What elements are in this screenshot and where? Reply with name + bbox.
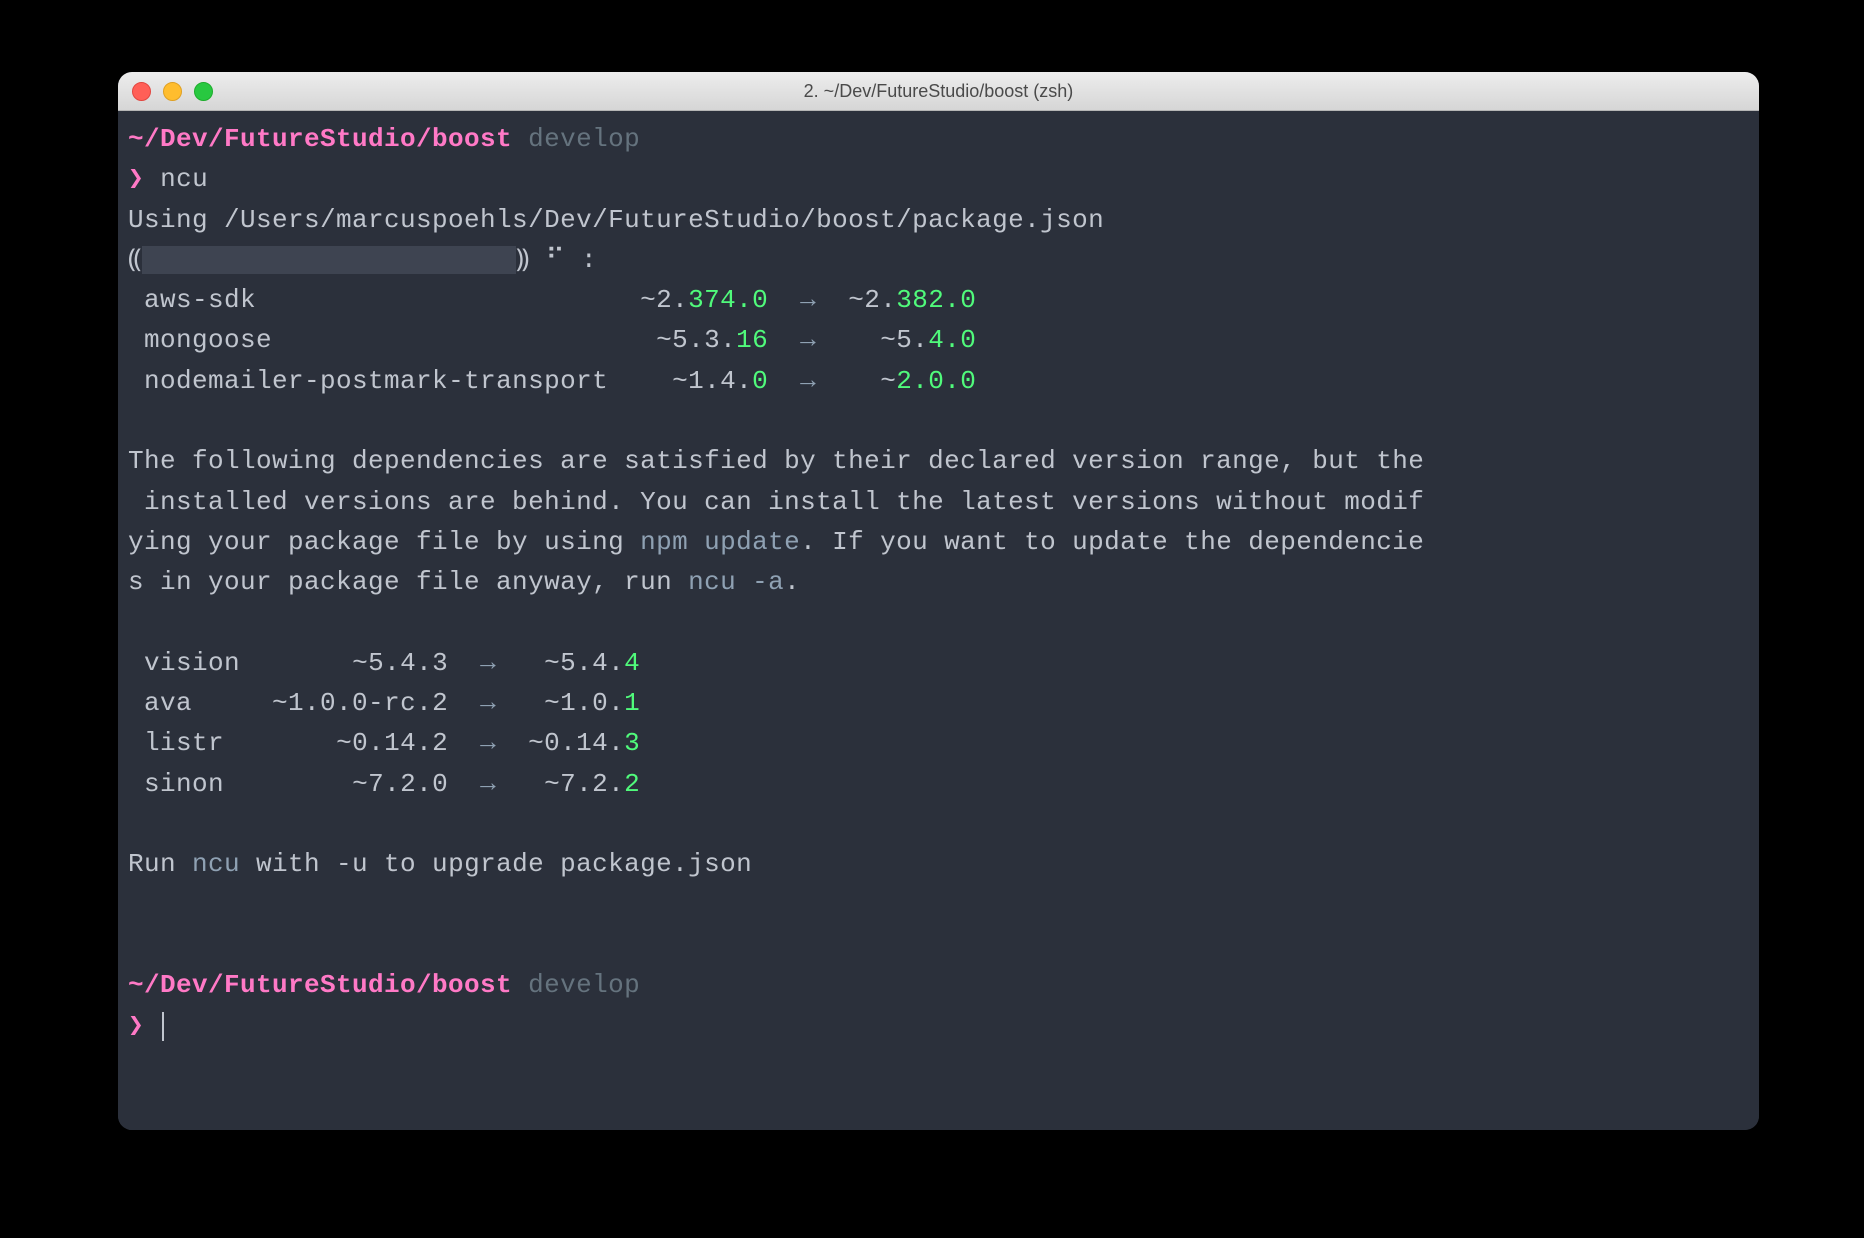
footer-post: with -u to upgrade package.json xyxy=(240,849,752,879)
terminal-window: 2. ~/Dev/FutureStudio/boost (zsh) ~/Dev/… xyxy=(118,72,1759,1130)
info-text: s in your package file anyway, run xyxy=(128,567,688,597)
pkg-name: sinon xyxy=(144,769,224,799)
window-title: 2. ~/Dev/FutureStudio/boost (zsh) xyxy=(118,81,1759,102)
close-icon[interactable] xyxy=(132,82,151,101)
arrow-icon: → xyxy=(480,688,496,718)
arrow-icon: → xyxy=(800,325,816,355)
pkg-name: nodemailer-postmark-transport xyxy=(144,366,608,396)
using-label: Using xyxy=(128,205,224,235)
arrow-icon: → xyxy=(480,728,496,758)
window-controls xyxy=(118,82,213,101)
inline-command: ncu xyxy=(192,849,240,879)
pkg-name: aws-sdk xyxy=(144,285,256,315)
titlebar: 2. ~/Dev/FutureStudio/boost (zsh) xyxy=(118,72,1759,111)
footer-pre: Run xyxy=(128,849,192,879)
progress-right: ⸩ ⠋ : xyxy=(516,245,597,275)
info-text: installed versions are behind. You can i… xyxy=(128,487,1424,517)
info-text: ying your package file by using xyxy=(128,527,640,557)
inline-command: npm update xyxy=(640,527,800,557)
pkg-name: mongoose xyxy=(144,325,272,355)
arrow-icon: → xyxy=(480,769,496,799)
pkg-name: ava xyxy=(144,688,192,718)
zoom-icon[interactable] xyxy=(194,82,213,101)
pkg-name: listr xyxy=(144,728,224,758)
prompt-path: ~/Dev/FutureStudio/boost xyxy=(128,970,512,1000)
prompt-branch: develop xyxy=(528,970,640,1000)
command-entered: ncu xyxy=(160,164,208,194)
inline-command: ncu -a xyxy=(688,567,784,597)
prompt-branch: develop xyxy=(528,124,640,154)
info-text: The following dependencies are satisfied… xyxy=(128,446,1424,476)
arrow-icon: → xyxy=(800,285,816,315)
using-path: /Users/marcuspoehls/Dev/FutureStudio/boo… xyxy=(224,205,1104,235)
progress-bar xyxy=(142,246,516,275)
terminal-output: ~/Dev/FutureStudio/boost develop ❯ ncu U… xyxy=(128,119,1749,1046)
prompt-symbol: ❯ xyxy=(128,1011,144,1041)
cursor xyxy=(162,1012,164,1041)
minimize-icon[interactable] xyxy=(163,82,182,101)
prompt-path: ~/Dev/FutureStudio/boost xyxy=(128,124,512,154)
arrow-icon: → xyxy=(800,366,816,396)
pkg-name: vision xyxy=(144,648,240,678)
progress-left: ⸨ xyxy=(128,245,142,275)
terminal-body[interactable]: ~/Dev/FutureStudio/boost develop ❯ ncu U… xyxy=(118,111,1759,1130)
prompt-symbol: ❯ xyxy=(128,164,144,194)
arrow-icon: → xyxy=(480,648,496,678)
